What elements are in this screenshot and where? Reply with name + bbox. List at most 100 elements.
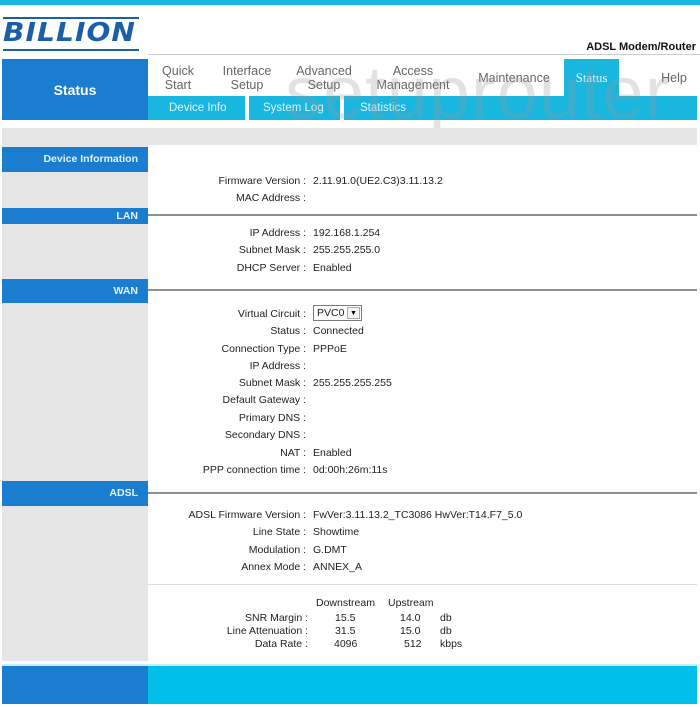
- row-label: MAC Address :: [235, 192, 306, 204]
- stat-upstream: 15.0: [400, 625, 421, 637]
- info-row: MAC Address :: [148, 192, 697, 209]
- row-value: ANNEX_A: [313, 561, 363, 573]
- subnav-system-log[interactable]: System Log: [263, 96, 324, 120]
- nav-label: Maintenance: [478, 70, 550, 85]
- row-value: 0d:00h:26m:11s: [313, 464, 388, 476]
- info-row: Line State : Showtime: [148, 526, 697, 543]
- row-value: 192.168.1.254: [313, 227, 381, 239]
- product-name: ADSL Modem/Router: [586, 41, 696, 53]
- row-label: Connection Type :: [221, 343, 306, 355]
- row-label: Status :: [270, 325, 306, 337]
- row-value: PPPoE: [313, 343, 347, 355]
- info-row: Default Gateway :: [148, 394, 697, 411]
- section-divider: [148, 492, 697, 494]
- stat-label: Line Attenuation :: [226, 625, 308, 637]
- row-label: Annex Mode :: [241, 561, 306, 573]
- nav-label: Quick Start: [162, 63, 194, 92]
- row-label: Modulation :: [248, 544, 306, 556]
- section-lan: LAN: [2, 208, 148, 224]
- info-row: Annex Mode : ANNEX_A: [148, 561, 697, 578]
- row-value: G.DMT: [313, 544, 347, 556]
- column-header-downstream: Downstream: [316, 597, 375, 609]
- info-row: Firmware Version : 2.11.91.0(UE2.C3)3.11.…: [148, 175, 697, 192]
- row-label: Subnet Mask :: [238, 244, 306, 256]
- info-row: DHCP Server : Enabled: [148, 262, 697, 279]
- column-header-upstream: Upstream: [388, 597, 434, 609]
- nav-label: Interface Setup: [222, 63, 272, 92]
- main-nav: Quick Start Interface Setup Advanced Set…: [148, 59, 700, 96]
- info-row: Subnet Mask : 255.255.255.255: [148, 377, 697, 394]
- row-label: Firmware Version :: [218, 175, 306, 187]
- billion-logo: BILLION: [3, 17, 139, 51]
- row-label: IP Address :: [249, 360, 306, 372]
- info-row: NAT : Enabled: [148, 447, 697, 464]
- chevron-down-icon: ▼: [347, 307, 360, 319]
- row-label: Secondary DNS :: [224, 429, 306, 441]
- row-label: DHCP Server :: [236, 262, 306, 274]
- nav-maintenance[interactable]: Maintenance: [470, 59, 558, 96]
- section-adsl: ADSL: [2, 481, 148, 506]
- row-label: Virtual Circuit :: [237, 308, 306, 320]
- line-statistics-table: Downstream Upstream SNR Margin : 15.5 14…: [148, 597, 697, 653]
- stat-unit: db: [440, 625, 452, 637]
- row-label: Default Gateway :: [222, 394, 306, 406]
- stat-downstream: 31.5: [335, 625, 356, 637]
- row-label: Line State :: [252, 526, 306, 538]
- nav-label: Status: [575, 69, 608, 85]
- section-title: Status: [2, 59, 148, 120]
- info-row: ADSL Firmware Version : FwVer:3.11.13.2_T…: [148, 509, 697, 526]
- virtual-circuit-select[interactable]: PVC0 ▼: [313, 305, 362, 321]
- section-device-information: Device Information: [2, 147, 148, 172]
- info-row: Subnet Mask : 255.255.255.0: [148, 244, 697, 261]
- subnav-separator: [340, 96, 344, 120]
- subnav-statistics[interactable]: Statistics: [360, 96, 406, 120]
- row-value: Connected: [313, 325, 364, 337]
- nav-help[interactable]: Help: [648, 59, 700, 96]
- info-row: IP Address : 192.168.1.254: [148, 227, 697, 244]
- stats-divider: [148, 584, 697, 585]
- nav-advanced-setup[interactable]: Advanced Setup: [288, 59, 360, 96]
- info-row: IP Address :: [148, 360, 697, 377]
- logo-rule-bottom: [3, 49, 139, 51]
- nav-interface-setup[interactable]: Interface Setup: [214, 59, 280, 96]
- row-value: 255.255.255.255: [313, 377, 392, 389]
- row-value: Showtime: [313, 526, 360, 538]
- subnav-separator: [245, 96, 249, 120]
- row-value: Enabled: [313, 262, 352, 274]
- subnav-device-info[interactable]: Device Info: [169, 96, 227, 120]
- top-accent-bar: [0, 0, 700, 5]
- nav-access-management[interactable]: Access Management: [370, 59, 456, 96]
- stat-label: Data Rate :: [254, 638, 308, 650]
- row-label: NAT :: [280, 447, 306, 459]
- info-row: Modulation : G.DMT: [148, 544, 697, 561]
- nav-quick-start[interactable]: Quick Start: [148, 59, 208, 96]
- row-label: Subnet Mask :: [238, 377, 306, 389]
- nav-label: Access Management: [376, 63, 450, 92]
- stat-unit: kbps: [440, 638, 463, 650]
- nav-status[interactable]: Status: [564, 59, 619, 96]
- header-divider: [148, 54, 700, 55]
- row-label: PPP connection time :: [202, 464, 306, 476]
- row-value: 2.11.91.0(UE2.C3)3.11.13.2: [313, 175, 443, 187]
- stat-upstream: 512: [404, 638, 422, 650]
- row-label: IP Address :: [249, 227, 306, 239]
- row-value: 255.255.255.0: [313, 244, 381, 256]
- row-label: ADSL Firmware Version :: [188, 509, 306, 521]
- section-divider: [148, 214, 697, 216]
- row-label: Primary DNS :: [238, 412, 306, 424]
- stat-downstream: 4096: [334, 638, 358, 650]
- select-value: PVC0: [317, 307, 345, 319]
- row-value: FwVer:3.11.13.2_TC3086 HwVer:T14.F7_5.0: [313, 509, 523, 521]
- info-row: Connection Type : PPPoE: [148, 343, 697, 360]
- sub-nav: Device Info System Log Statistics: [148, 96, 697, 120]
- stat-upstream: 14.0: [400, 612, 421, 624]
- stat-label: SNR Margin :: [244, 612, 308, 624]
- row-value: Enabled: [313, 447, 352, 459]
- content-top-bar: [2, 128, 697, 145]
- stat-downstream: 15.5: [335, 612, 356, 624]
- section-wan: WAN: [2, 279, 148, 303]
- stat-unit: db: [440, 612, 452, 624]
- nav-label: Help: [661, 70, 687, 85]
- brand-name: BILLION: [3, 18, 137, 48]
- footer-bar: [148, 666, 697, 704]
